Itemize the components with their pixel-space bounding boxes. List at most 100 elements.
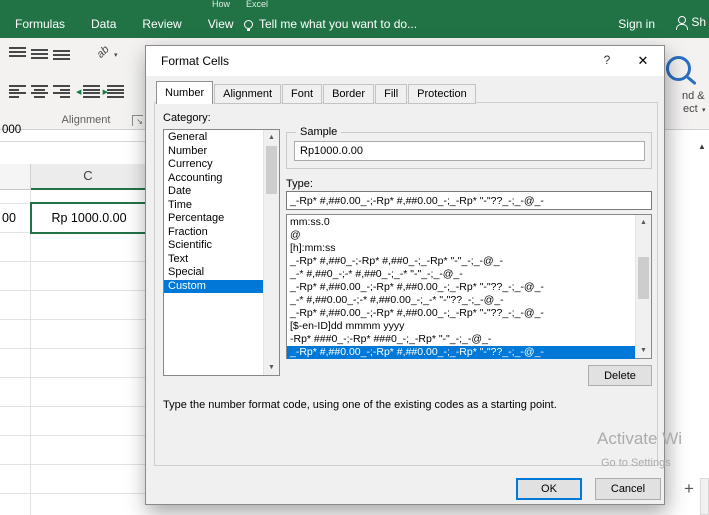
align-right-icon[interactable]	[53, 85, 70, 98]
dlg-tab-item[interactable]: Border	[323, 84, 375, 104]
dlg-tab-item[interactable]: Protection	[408, 84, 476, 104]
scrollbar-thumb[interactable]	[266, 146, 277, 194]
dialog-description: Type the number format code, using one o…	[163, 399, 557, 411]
scroll-down-icon[interactable]: ▼	[264, 360, 279, 375]
ribbon-tab-item[interactable]: Data	[78, 10, 129, 38]
scrollbar-corner[interactable]	[700, 478, 709, 515]
cat-item[interactable]: Number	[164, 145, 263, 159]
find-select-magnifier-icon[interactable]	[666, 56, 691, 81]
cat-item[interactable]: Time	[164, 199, 263, 213]
sheet-grid[interactable]	[0, 190, 146, 515]
find-select-label-line2[interactable]: ect	[683, 103, 698, 115]
ok-button[interactable]: OK	[516, 478, 582, 500]
sample-value: Rp1000.0.00	[294, 141, 645, 161]
find-select-label-line1[interactable]: nd &	[682, 90, 705, 102]
code-item[interactable]: [$-en-ID]dd mmmm yyyy	[287, 320, 635, 333]
align-top-icon[interactable]	[9, 47, 26, 60]
cat-item[interactable]: Currency	[164, 158, 263, 172]
cat-item[interactable]: Accounting	[164, 172, 263, 186]
indent-left-arrow-icon: ◀	[76, 89, 82, 96]
orientation-icon[interactable]: ab	[95, 43, 112, 60]
share-button[interactable]: Sh	[675, 15, 706, 30]
code-item[interactable]: _-Rp* #,##0.00_-;-Rp* #,##0.00_-;_-Rp* "…	[287, 346, 635, 359]
cat-item[interactable]: Date	[164, 185, 263, 199]
dlg-tab-item[interactable]: Alignment	[214, 84, 282, 104]
increase-indent-icon[interactable]: ▶	[102, 85, 124, 98]
format-code-list-box: mm:ss.0 @ [h]:mm:ss _-Rp* #,##0_-;-Rp* #,##…	[286, 214, 652, 359]
cancel-button[interactable]: Cancel	[595, 478, 661, 500]
alignment-dialog-launcher[interactable]: ↘	[132, 115, 143, 126]
sheet-scroll-up-icon[interactable]: ▲	[698, 142, 706, 151]
cat-item[interactable]: Scientific	[164, 239, 263, 253]
column-header-c[interactable]: C	[31, 164, 146, 190]
dialog-tab-list: Number Alignment Font Border Fill Protection	[156, 81, 477, 104]
dialog-titlebar: Format Cells	[146, 46, 664, 76]
cat-item[interactable]: Text	[164, 253, 263, 267]
type-input[interactable]	[286, 191, 652, 210]
code-item[interactable]: [h]:mm:ss	[287, 242, 635, 255]
cat-item[interactable]: Special	[164, 266, 263, 280]
ribbon-tab-list: Formulas Data Review View	[2, 10, 247, 38]
alignment-group-label: Alignment	[61, 114, 111, 126]
sign-in-button[interactable]: Sign in	[618, 17, 655, 31]
dlg-tab-item[interactable]: Font	[282, 84, 323, 104]
cell-partial-value[interactable]: 00	[2, 204, 16, 233]
code-item[interactable]: _-Rp* #,##0_-;-Rp* #,##0_-;_-Rp* "-"_-;_…	[287, 255, 635, 268]
category-label: Category:	[163, 112, 211, 124]
ribbon-tabbar: Formulas Data Review View Tell me what you …	[0, 10, 709, 38]
code-item[interactable]: mm:ss.0	[287, 216, 635, 229]
category-list: General Number Currency Accounting Date Time P…	[164, 131, 263, 293]
code-item[interactable]: @	[287, 229, 635, 242]
go-to-settings-watermark: Go to Settings	[601, 457, 671, 469]
delete-button[interactable]: Delete	[588, 365, 652, 386]
align-bottom-icon[interactable]	[53, 47, 70, 60]
column-header-partial[interactable]	[0, 164, 31, 190]
cat-item[interactable]: Fraction	[164, 226, 263, 240]
dialog-close-button[interactable]: ✕	[630, 51, 656, 71]
category-scrollbar[interactable]: ▲ ▼	[263, 130, 279, 375]
gridline-vertical	[30, 190, 31, 515]
sample-group: Sample Rp1000.0.00	[286, 126, 652, 169]
lightbulb-icon	[244, 19, 253, 31]
window-title-partial: How	[212, 0, 231, 9]
formula-bar-divider	[0, 141, 146, 142]
person-icon	[675, 15, 689, 30]
align-center-icon[interactable]	[31, 85, 48, 98]
align-middle-icon[interactable]	[31, 47, 48, 60]
ribbon-tab-item[interactable]: View	[195, 10, 247, 38]
active-cell[interactable]: Rp 1000.0.00	[30, 202, 148, 234]
code-item[interactable]: _-* #,##0_-;-* #,##0_-;_-* "-"_-;_-@_-	[287, 268, 635, 281]
tellme-box[interactable]: Tell me what you want to do...	[244, 10, 417, 38]
name-box-partial: 000	[2, 124, 22, 136]
scrollbar-thumb[interactable]	[638, 257, 649, 299]
find-select-dropdown-icon: ▾	[702, 107, 706, 114]
share-label: Sh	[691, 15, 706, 29]
align-left-icon[interactable]	[9, 85, 26, 98]
code-item[interactable]: _-Rp* #,##0.00_-;-Rp* #,##0.00_-;_-Rp* "…	[287, 281, 635, 294]
format-code-scrollbar[interactable]: ▲ ▼	[635, 215, 651, 358]
dlg-tab-item[interactable]: Fill	[375, 84, 408, 104]
ribbon-tab-item[interactable]: Review	[129, 10, 194, 38]
dialog-help-button[interactable]: ?	[596, 53, 618, 71]
scroll-down-icon[interactable]: ▼	[636, 343, 651, 358]
code-item[interactable]: -Rp* ###0_-;-Rp* ###0_-;_-Rp* "-"_-;_-@_…	[287, 333, 635, 346]
cat-item[interactable]: Custom	[164, 279, 263, 293]
scroll-up-icon[interactable]: ▲	[636, 215, 651, 230]
window-titlebar: How Excel	[0, 0, 709, 10]
type-label: Type:	[286, 178, 313, 190]
scroll-up-icon[interactable]: ▲	[264, 130, 279, 145]
format-code-list: mm:ss.0 @ [h]:mm:ss _-Rp* #,##0_-;-Rp* #,##…	[287, 216, 635, 359]
dlg-tab-item[interactable]: Number	[156, 81, 214, 104]
cat-item[interactable]: Percentage	[164, 212, 263, 226]
new-sheet-plus-icon[interactable]: +	[684, 479, 694, 499]
cat-item[interactable]: General	[164, 131, 263, 145]
orientation-dropdown-icon[interactable]: ▾	[114, 51, 118, 59]
code-item[interactable]: _-* #,##0.00_-;-* #,##0.00_-;_-* "-"??_-…	[287, 294, 635, 307]
app-title-partial: Excel	[246, 0, 269, 9]
category-list-box: General Number Currency Accounting Date Time P…	[163, 129, 280, 376]
activate-windows-watermark: Activate Wi	[597, 429, 683, 448]
decrease-indent-icon[interactable]: ◀	[76, 85, 100, 98]
ribbon-tab-item[interactable]: Formulas	[2, 10, 78, 38]
tellme-label: Tell me what you want to do...	[259, 17, 418, 31]
code-item[interactable]: _-Rp* #,##0.00_-;-Rp* #,##0.00_-;_-Rp* "…	[287, 307, 635, 320]
